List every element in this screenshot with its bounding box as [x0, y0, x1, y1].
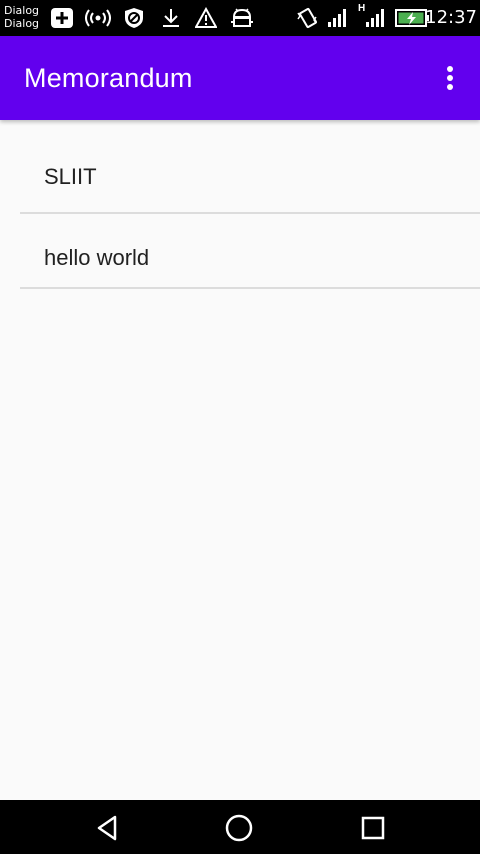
list-item[interactable]: SLIIT: [20, 120, 480, 214]
carrier-line-2: Dialog: [4, 17, 40, 30]
home-button[interactable]: [222, 811, 256, 845]
overflow-menu-button[interactable]: [436, 58, 464, 98]
signal-icon: [328, 9, 346, 27]
note-title: hello world: [44, 245, 150, 270]
blocked-icon: [125, 8, 143, 28]
carrier-line-1: Dialog: [4, 4, 40, 17]
clock: 12:37: [425, 7, 477, 28]
notes-list: SLIIT hello world: [0, 120, 480, 289]
vibrate-icon: [297, 7, 317, 29]
add-box-icon: [51, 8, 73, 28]
back-icon: [97, 815, 117, 841]
signal-h-icon: H: [358, 3, 388, 29]
status-bar: Dialog Dialog H 12:37: [0, 0, 480, 36]
carrier-label: Dialog Dialog: [4, 4, 39, 30]
wireless-broadcast-icon: [85, 9, 111, 27]
screen: Dialog Dialog H 12:37 Memorandum SLIIT h…: [0, 0, 480, 854]
more-vert-icon: [447, 66, 453, 90]
app-bar: Memorandum: [0, 36, 480, 120]
list-item[interactable]: hello world: [20, 214, 480, 289]
app-title: Memorandum: [24, 63, 193, 93]
home-icon: [225, 814, 253, 842]
recents-button[interactable]: [356, 811, 390, 845]
signal-bars-icon: [366, 9, 384, 27]
android-debug-icon: [231, 8, 253, 27]
back-button[interactable]: [90, 811, 124, 845]
navigation-bar: [0, 800, 480, 854]
download-icon: [163, 9, 179, 27]
note-title: SLIIT: [44, 164, 97, 189]
recents-icon: [361, 816, 385, 840]
warning-icon: [195, 7, 217, 28]
